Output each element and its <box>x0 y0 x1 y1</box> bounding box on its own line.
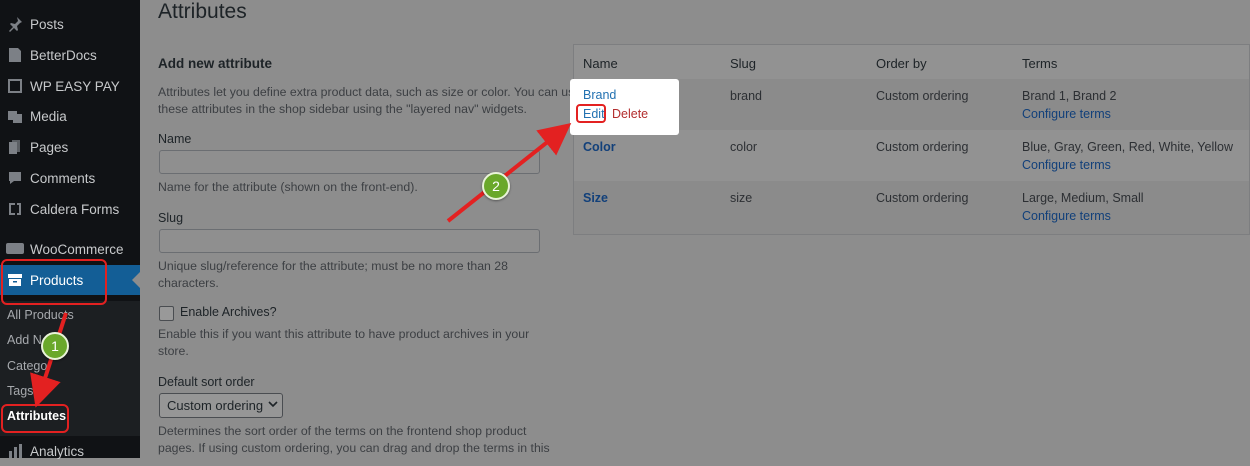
step-badge-2: 2 <box>482 172 510 200</box>
annotation-arrows <box>30 123 572 408</box>
step-badge-1: 1 <box>41 332 69 360</box>
arrow-to-edit <box>446 123 572 223</box>
